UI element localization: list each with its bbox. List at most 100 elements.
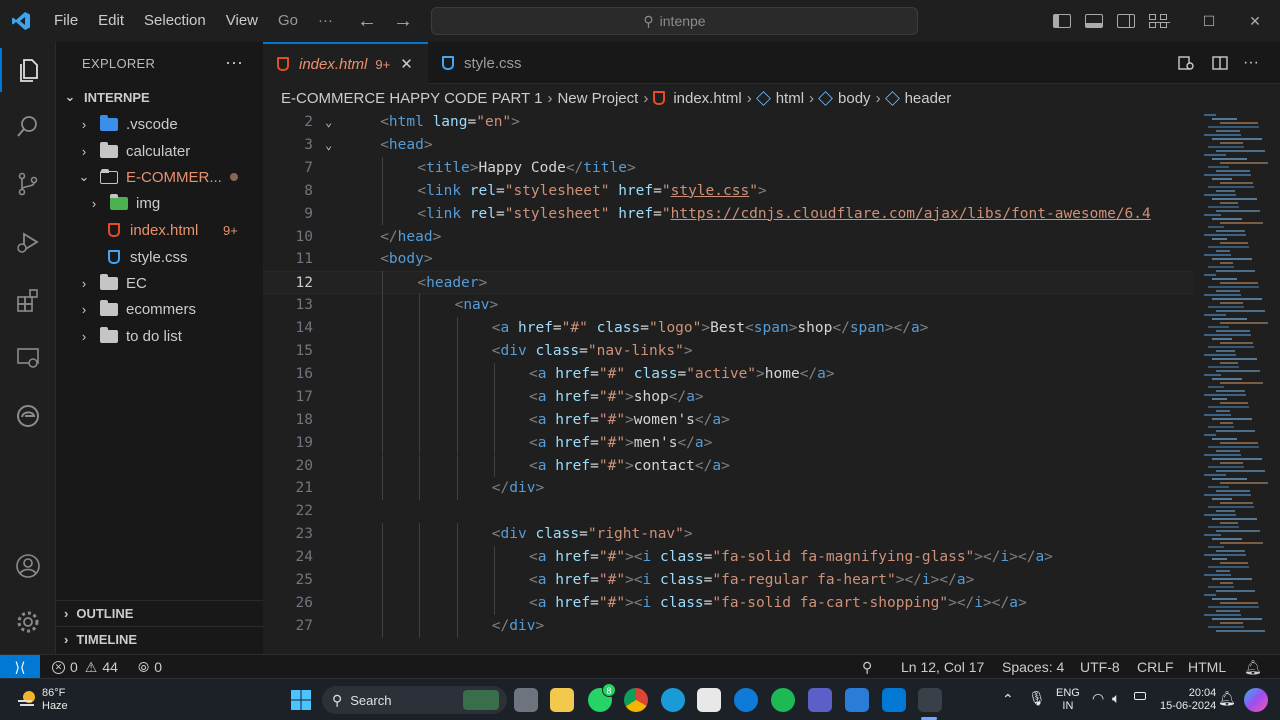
outline-section[interactable]: › OUTLINE xyxy=(56,600,263,626)
menu-edit[interactable]: Edit xyxy=(88,0,134,42)
weather-haze-icon[interactable] xyxy=(16,688,38,710)
code-line[interactable]: 9 <link rel="stylesheet" href="https://cd… xyxy=(263,203,1193,226)
tab-style-css[interactable]: style.css xyxy=(428,42,573,84)
code-line[interactable]: 25 <a href="#"><i class="fa-regular fa-he… xyxy=(263,569,1193,592)
fold-chevron-icon[interactable]: ⌄ xyxy=(325,134,332,157)
code-line[interactable]: 18 <a href="#">women's</a> xyxy=(263,409,1193,432)
end-of-line[interactable]: CRLF xyxy=(1137,655,1174,679)
code-line[interactable]: 19 <a href="#">men's</a> xyxy=(263,432,1193,455)
timeline-section[interactable]: › TIMELINE xyxy=(56,626,263,652)
weather-widget[interactable]: 86°F Haze xyxy=(42,687,68,713)
code-line[interactable]: 3 ⌄ <head> xyxy=(263,134,1193,157)
menu-view[interactable]: View xyxy=(216,0,268,42)
code-line[interactable]: 13 <nav> xyxy=(263,294,1193,317)
breadcrumb-item[interactable]: header xyxy=(905,90,952,107)
code-line[interactable]: 17 <a href="#">shop</a> xyxy=(263,386,1193,409)
code-editor[interactable]: 2 ⌄ <html lang="en"> 3 ⌄ <head> 7 <title>Happy … xyxy=(263,110,1280,654)
tree-item-img[interactable]: › img xyxy=(56,190,263,216)
code-line[interactable]: 26 <a href="#"><i class="fa-solid fa-cart… xyxy=(263,592,1193,615)
search-icon[interactable] xyxy=(0,104,56,148)
more-actions-icon[interactable]: ··· xyxy=(1243,42,1259,84)
code-line[interactable]: 12 <header> xyxy=(263,271,1193,295)
account-icon[interactable] xyxy=(0,544,56,588)
spotify-icon[interactable] xyxy=(771,688,795,712)
vscode-taskbar-icon[interactable] xyxy=(882,688,906,712)
notifications-bell-icon[interactable]: 🔔︎ xyxy=(1244,655,1262,679)
microsoft-store-icon[interactable] xyxy=(697,688,721,712)
menu-file[interactable]: File xyxy=(44,0,88,42)
notification-bell-icon[interactable]: 🔔︎ xyxy=(1218,690,1236,707)
back-arrow-icon[interactable]: ← xyxy=(349,10,385,33)
task-view-icon[interactable] xyxy=(514,688,538,712)
tab-index-html[interactable]: index.html 9+ ✕ xyxy=(263,42,428,84)
open-changes-icon[interactable] xyxy=(1177,42,1195,84)
minimap[interactable] xyxy=(1202,110,1270,654)
wifi-icon[interactable]: ◠ xyxy=(1092,690,1104,707)
file-explorer-icon[interactable] xyxy=(550,688,574,712)
indentation[interactable]: Spaces: 4 xyxy=(1002,655,1064,679)
workspace-root[interactable]: ⌄ INTERNPE xyxy=(56,84,263,110)
active-window-icon[interactable] xyxy=(918,688,942,712)
code-line[interactable]: 11 <body> xyxy=(263,248,1193,271)
toggle-panel-icon[interactable] xyxy=(1085,14,1103,28)
extensions-icon[interactable] xyxy=(0,278,56,322)
minimize-icon[interactable]: — xyxy=(1140,13,1186,29)
code-line[interactable]: 10 </head> xyxy=(263,226,1193,249)
run-debug-icon[interactable] xyxy=(0,220,56,264)
menu-go[interactable]: Go xyxy=(268,0,308,42)
edge-beta-icon[interactable] xyxy=(661,688,685,712)
language-indicator[interactable]: ENG IN xyxy=(1056,687,1080,713)
chrome-icon[interactable] xyxy=(624,688,648,712)
breadcrumb-item[interactable]: index.html xyxy=(673,90,741,107)
code-line[interactable]: 2 ⌄ <html lang="en"> xyxy=(263,111,1193,134)
breadcrumb-item[interactable]: New Project xyxy=(557,90,638,107)
remote-explorer-icon[interactable] xyxy=(0,336,56,380)
breadcrumb-item[interactable]: html xyxy=(776,90,804,107)
menu-selection[interactable]: Selection xyxy=(134,0,216,42)
windows-start-icon[interactable] xyxy=(290,689,312,714)
code-line[interactable]: 24 <a href="#"><i class="fa-solid fa-magn… xyxy=(263,546,1193,569)
taskbar-search[interactable]: ⚲ Search xyxy=(322,686,507,714)
code-line[interactable]: 16 <a href="#" class="active">home</a> xyxy=(263,363,1193,386)
code-line[interactable]: 21 </div> xyxy=(263,477,1193,500)
code-line[interactable]: 23 <div class="right-nav"> xyxy=(263,523,1193,546)
breadcrumb-item[interactable]: body xyxy=(838,90,871,107)
toggle-primary-sidebar-icon[interactable] xyxy=(1053,14,1071,28)
edge-icon[interactable] xyxy=(734,688,758,712)
split-editor-icon[interactable] xyxy=(1211,42,1229,84)
tree-item-ecommerce[interactable]: ⌄ E-COMMER... xyxy=(56,164,263,190)
tree-item-ec[interactable]: › EC xyxy=(56,270,263,296)
close-tab-icon[interactable]: ✕ xyxy=(400,55,413,73)
code-line[interactable]: 7 <title>Happy Code</title> xyxy=(263,157,1193,180)
menu-more[interactable]: ··· xyxy=(308,0,343,42)
tree-item-style-css[interactable]: style.css xyxy=(56,244,263,270)
toggle-secondary-sidebar-icon[interactable] xyxy=(1117,14,1135,28)
snipping-tool-icon[interactable] xyxy=(845,688,869,712)
maximize-icon[interactable]: ☐ xyxy=(1186,13,1232,30)
tree-item-calculater[interactable]: › calculater xyxy=(56,138,263,164)
close-window-icon[interactable]: ✕ xyxy=(1232,13,1278,30)
copilot-icon[interactable] xyxy=(1244,688,1268,712)
clock[interactable]: 20:04 15-06-2024 xyxy=(1160,687,1216,713)
edge-devtools-icon[interactable] xyxy=(0,394,56,438)
forward-arrow-icon[interactable]: → xyxy=(385,10,421,33)
breadcrumb-item[interactable]: E-COMMERCE HAPPY CODE PART 1 xyxy=(281,90,542,107)
code-line[interactable]: 8 <link rel="stylesheet" href="style.css"… xyxy=(263,180,1193,203)
problems-status[interactable]: ✕ 0 ⚠ 44 xyxy=(52,655,118,679)
command-center-search[interactable]: ⚲ intenpe xyxy=(431,7,918,35)
code-line[interactable]: 15 <div class="nav-links"> xyxy=(263,340,1193,363)
settings-gear-icon[interactable] xyxy=(0,600,56,644)
code-line[interactable]: 22 xyxy=(263,500,1193,523)
remote-indicator-icon[interactable]: ⟩⟨ xyxy=(0,655,40,679)
language-mode[interactable]: HTML xyxy=(1188,655,1226,679)
tree-item-ecommers[interactable]: › ecommers xyxy=(56,296,263,322)
code-line[interactable]: 14 <a href="#" class="logo">Best<span>sho… xyxy=(263,317,1193,340)
tree-item-index-html[interactable]: index.html 9+ xyxy=(56,217,263,243)
zoom-icon[interactable]: ⚲ xyxy=(862,655,872,679)
source-control-icon[interactable] xyxy=(0,162,56,206)
teams-icon[interactable] xyxy=(808,688,832,712)
volume-icon[interactable]: 🔈︎ xyxy=(1112,690,1120,707)
encoding[interactable]: UTF-8 xyxy=(1080,655,1120,679)
fold-chevron-icon[interactable]: ⌄ xyxy=(325,111,332,134)
battery-icon[interactable] xyxy=(1134,692,1146,700)
